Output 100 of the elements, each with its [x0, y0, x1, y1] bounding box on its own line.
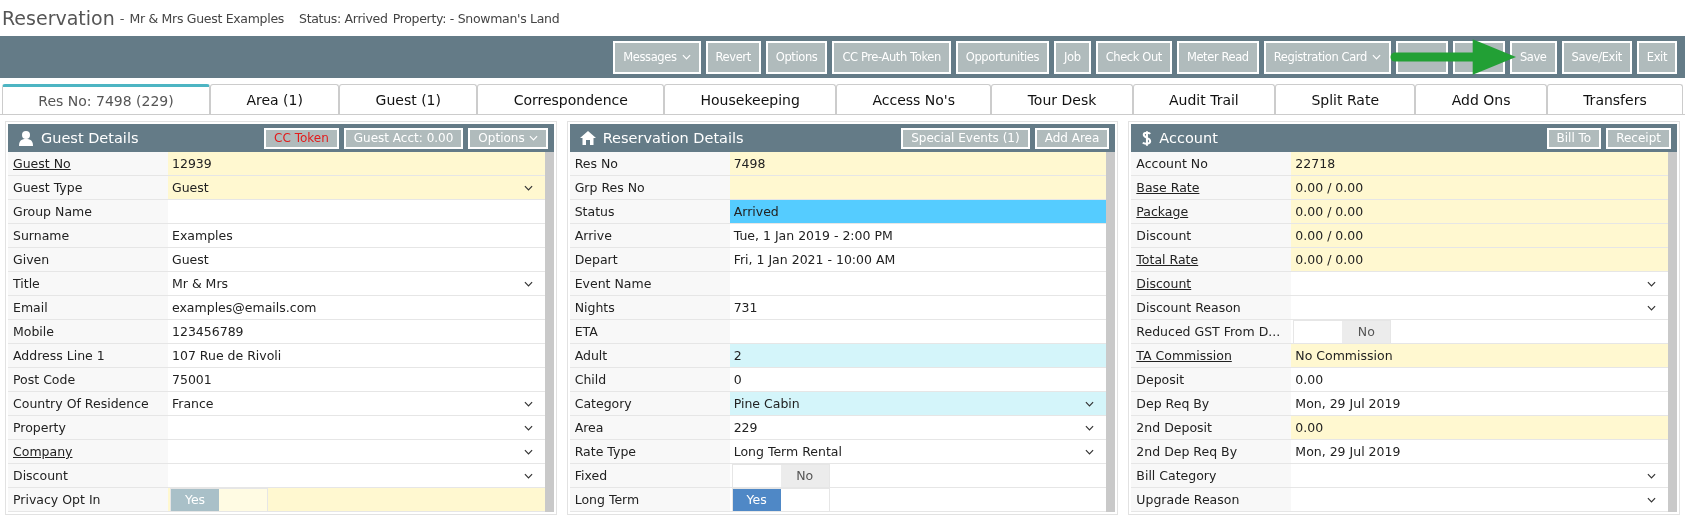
text-field[interactable]: 0.00 / 0.00: [1291, 248, 1668, 271]
dropdown-field[interactable]: Pine Cabin: [729, 392, 1107, 415]
text-field[interactable]: 0.00 / 0.00: [1291, 224, 1668, 247]
scrollbar[interactable]: [1106, 152, 1116, 512]
field-label: Arrive: [573, 227, 613, 245]
field-label: Post Code: [12, 371, 77, 389]
toggle-switch[interactable]: Yes: [731, 487, 830, 512]
text-field[interactable]: Tue, 1 Jan 2019 - 2:00 PM: [729, 224, 1107, 247]
dropdown-field[interactable]: [168, 440, 545, 463]
field-link[interactable]: Package: [1131, 200, 1292, 223]
tab[interactable]: Add Ons: [1415, 84, 1547, 114]
dropdown-field[interactable]: [168, 416, 545, 439]
tab[interactable]: Access No's: [836, 84, 992, 114]
caret-icon: [681, 54, 691, 60]
field-link[interactable]: TA Commission: [1131, 344, 1292, 367]
field-label: Title: [12, 275, 41, 293]
text-field[interactable]: 2: [729, 344, 1107, 367]
text-field[interactable]: Mon, 29 Jul 2019: [1291, 440, 1668, 463]
field-label: Country Of Residence: [12, 395, 150, 413]
chevron-icon: [523, 424, 533, 431]
dropdown-field[interactable]: [1291, 296, 1668, 319]
text-field[interactable]: [729, 272, 1107, 295]
field-label: Upgrade Reason: [1135, 491, 1241, 509]
field-label: 2nd Dep Req By: [1135, 443, 1239, 461]
tab[interactable]: Res No: 7498 (229): [2, 84, 211, 114]
chevron-icon: [523, 472, 533, 479]
text-field[interactable]: 0.00 / 0.00: [1291, 200, 1668, 223]
text-field[interactable]: 0: [729, 368, 1107, 391]
dropdown-field[interactable]: Guest: [168, 176, 545, 199]
field-label: Given: [12, 251, 51, 269]
tab[interactable]: Split Rate: [1275, 84, 1416, 114]
dropdown-field[interactable]: France: [168, 392, 545, 415]
scrollbar[interactable]: [1668, 152, 1677, 512]
field-label: Long Term: [573, 491, 641, 509]
chevron-icon: [1085, 448, 1095, 455]
tab[interactable]: Transfers: [1546, 84, 1684, 114]
dropdown-field[interactable]: Long Term Rental: [729, 440, 1107, 463]
toggle-switch[interactable]: No: [1293, 319, 1392, 344]
field-label: Rate Type: [573, 443, 638, 461]
field-link[interactable]: Guest No: [8, 152, 168, 175]
tab[interactable]: Correspondence: [477, 84, 665, 114]
field-label: Fixed: [573, 467, 609, 485]
chevron-icon: [523, 280, 533, 287]
dropdown-field[interactable]: [1291, 272, 1668, 295]
text-field[interactable]: 123456789: [168, 320, 545, 343]
text-field[interactable]: [729, 320, 1107, 343]
field-label: Adult: [573, 347, 609, 365]
field-label: Grp Res No: [573, 179, 646, 197]
text-field[interactable]: Mon, 29 Jul 2019: [1291, 392, 1668, 415]
scrollbar[interactable]: [544, 152, 554, 512]
chevron-icon: [1647, 280, 1656, 287]
panel-title: Account: [1159, 130, 1218, 146]
field-link[interactable]: Total Rate: [1131, 248, 1292, 271]
tab[interactable]: Tour Desk: [991, 84, 1133, 114]
dropdown-field[interactable]: Mr & Mrs: [168, 272, 545, 295]
text-field[interactable]: 0.00: [1291, 368, 1668, 391]
tab[interactable]: Guest (1): [339, 84, 478, 114]
field-label: Discount: [12, 467, 69, 485]
text-field[interactable]: Guest: [168, 248, 545, 271]
text-field[interactable]: 7498: [729, 152, 1107, 175]
tab[interactable]: Area (1): [210, 84, 340, 114]
tab[interactable]: Housekeeping: [664, 84, 837, 114]
chevron-icon: [1085, 424, 1095, 431]
dropdown-field[interactable]: [1291, 464, 1668, 487]
field-link[interactable]: Base Rate: [1131, 176, 1292, 199]
text-field[interactable]: 731: [729, 296, 1107, 319]
text-field[interactable]: [729, 176, 1107, 199]
field-label: Discount Reason: [1135, 299, 1242, 317]
dropdown-field[interactable]: [1291, 488, 1668, 511]
field-label: Privacy Opt In: [12, 491, 102, 509]
chevron-icon: [523, 184, 533, 191]
field-label: Area: [573, 419, 605, 437]
dropdown-field[interactable]: 229: [729, 416, 1107, 439]
toggle-switch[interactable]: No: [731, 463, 830, 488]
chevron-icon: [1647, 496, 1656, 503]
text-field[interactable]: 75001: [168, 368, 545, 391]
text-field[interactable]: Fri, 1 Jan 2021 - 10:00 AM: [729, 248, 1107, 271]
field-label: Reduced GST From D...: [1135, 323, 1282, 341]
field-label: Surname: [12, 227, 71, 245]
caret-icon: [528, 135, 538, 141]
text-field[interactable]: [168, 200, 545, 223]
text-field[interactable]: 22718: [1291, 152, 1668, 175]
text-field[interactable]: Arrived: [729, 200, 1107, 223]
field-label: Mobile: [12, 323, 55, 341]
tab[interactable]: Audit Trail: [1132, 84, 1276, 114]
house-icon: [579, 130, 596, 146]
text-field[interactable]: 0.00 / 0.00: [1291, 176, 1668, 199]
text-field[interactable]: 0.00: [1291, 416, 1668, 439]
dropdown-field[interactable]: [168, 464, 545, 487]
text-field[interactable]: Examples: [168, 224, 545, 247]
field-label: 2nd Deposit: [1135, 419, 1213, 437]
field-label: Status: [573, 203, 616, 221]
text-field[interactable]: 107 Rue de Rivoli: [168, 344, 545, 367]
text-field[interactable]: examples@emails.com: [168, 296, 545, 319]
caret-icon: [1371, 54, 1381, 60]
text-field[interactable]: 12939: [168, 152, 545, 175]
text-field[interactable]: No Commission: [1291, 344, 1668, 367]
field-label: Res No: [573, 155, 619, 173]
field-label: Email: [12, 299, 49, 317]
chevron-icon: [1085, 400, 1095, 407]
